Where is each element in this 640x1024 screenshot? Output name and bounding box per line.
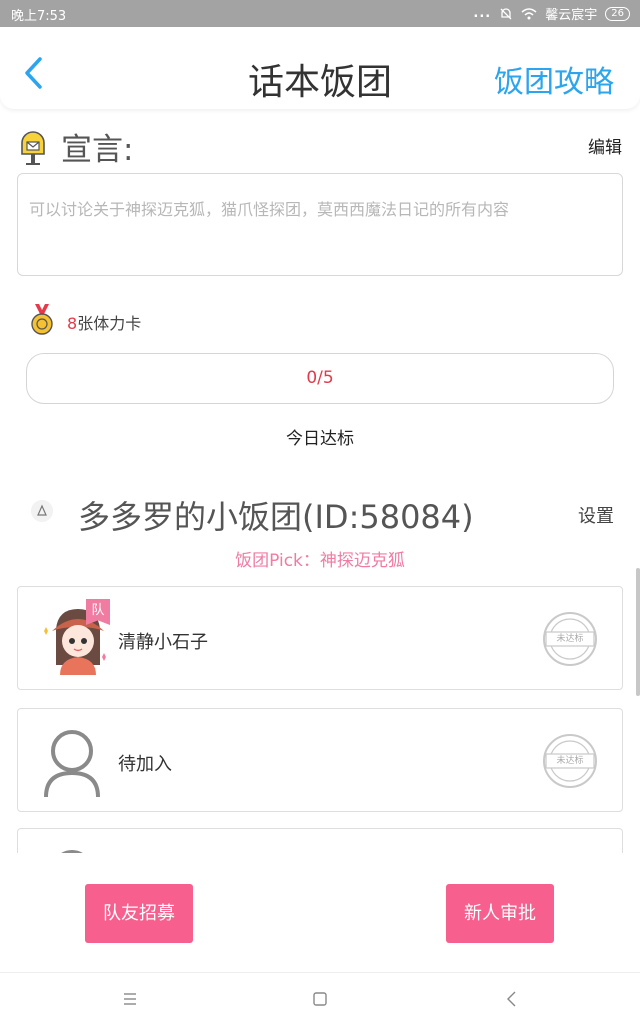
stamina-cards: 8张体力卡 — [67, 310, 141, 334]
person-placeholder-icon — [44, 730, 100, 798]
wifi-icon — [521, 7, 537, 19]
carrier-name: 馨云宸宇 — [545, 8, 598, 23]
home-icon[interactable] — [308, 987, 332, 1011]
edit-button[interactable]: 编辑 — [588, 133, 622, 158]
today-target-label: 今日达标 — [286, 429, 354, 449]
status-icons: ... 馨云宸宇 26 — [473, 4, 630, 23]
recruit-teammates-button[interactable]: 队友招募 — [85, 884, 193, 943]
status-time: 晚上7:53 — [11, 9, 67, 24]
stamina-count: 8 — [67, 314, 78, 333]
medal-icon — [31, 304, 53, 335]
person-placeholder-icon — [61, 850, 83, 853]
stamp-label: 未达标 — [556, 756, 584, 766]
member-name: 清静小石子 — [118, 632, 208, 653]
not-reached-stamp: 未达标 — [542, 611, 598, 667]
guide-link[interactable]: 饭团攻略 — [494, 57, 614, 101]
team-avatar-icon — [31, 500, 53, 522]
mute-bell-icon — [500, 7, 512, 19]
stamina-label: 张体力卡 — [77, 314, 142, 333]
member-card[interactable]: 待加入 未达标 — [17, 708, 623, 812]
not-reached-stamp: 未达标 — [542, 733, 598, 789]
scrollbar[interactable] — [636, 568, 640, 696]
member-name: 待加入 — [118, 754, 172, 775]
approve-newcomers-button[interactable]: 新人审批 — [446, 884, 554, 943]
stamp-label: 未达标 — [556, 634, 584, 644]
declaration-label: 宣言: — [61, 132, 134, 168]
status-bar: 晚上7:53 ... 馨云宸宇 26 — [0, 0, 640, 27]
screen: 晚上7:53 ... 馨云宸宇 26 话本饭团 饭团攻略 宣言: 编辑 可以讨论… — [0, 0, 640, 1024]
member-list[interactable]: 队 清静小石子 未达标 待加入 未达标 — [0, 580, 640, 853]
menu-icon[interactable] — [118, 987, 142, 1011]
battery-icon: 26 — [605, 6, 630, 21]
system-nav-bar — [0, 972, 640, 1024]
team-pick: 饭团Pick：神探迈克狐 — [235, 551, 405, 571]
declaration-text[interactable]: 可以讨论关于神探迈克狐，猫爪怪探团，莫西西魔法日记的所有内容 — [17, 173, 623, 276]
header: 话本饭团 饭团攻略 — [0, 27, 640, 109]
member-card[interactable] — [17, 828, 623, 853]
member-card[interactable]: 队 清静小石子 未达标 — [17, 586, 623, 690]
more-dots-icon: ... — [473, 6, 492, 21]
back-icon[interactable] — [500, 987, 524, 1011]
leader-badge-label: 队 — [91, 603, 105, 618]
mailbox-icon — [21, 131, 45, 165]
settings-button[interactable]: 设置 — [578, 502, 614, 528]
daily-progress: 0/5 — [26, 353, 614, 404]
team-name: 多多罗的小饭团(ID:58084) — [78, 498, 474, 536]
